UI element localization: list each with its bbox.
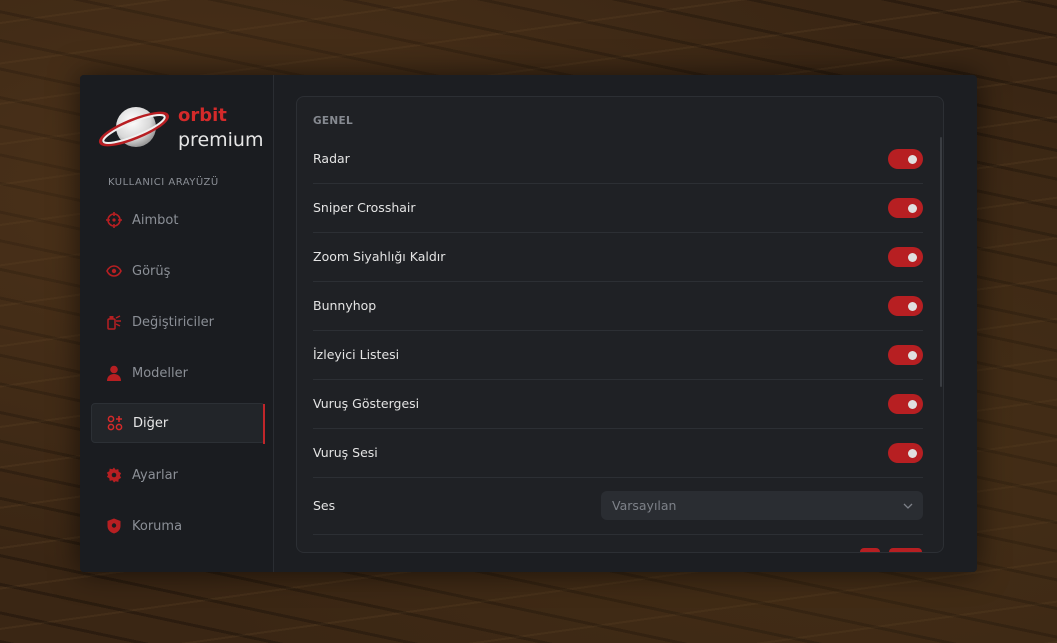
setting-row-sniper-crosshair: Sniper Crosshair [313,183,923,233]
sidebar-item-label: Modeller [132,365,188,381]
setting-label: Radar [313,151,350,166]
brand-logo: orbit premium [98,101,268,161]
toggle-knob [908,203,917,213]
sidebar-item-label: Değiştiriciler [132,314,215,330]
section-label: KULLANICI ARAYÜZÜ [108,177,219,188]
setting-row-zoom: Zoom Siyahlığı Kaldır [313,232,923,282]
sidebar-item-modeller[interactable]: Modeller [91,353,265,393]
brand-name: orbit [178,105,227,126]
toggle-knob [908,252,917,262]
crosshair-icon [105,211,123,229]
planet-logo-icon [98,107,170,147]
setting-row-sound: Ses Varsayılan [313,477,923,535]
sidebar-item-aimbot[interactable]: Aimbot [91,200,265,240]
sidebar-item-degistiriciler[interactable]: Değiştiriciler [91,302,265,342]
sidebar-item-ayarlar[interactable]: Ayarlar [91,455,265,495]
toggle-knob [908,301,917,311]
settings-panel: GENEL Radar Sniper Crosshair Zoom Siyahl… [296,96,944,553]
zoom-toggle[interactable] [888,246,923,267]
grid-icon [106,414,124,432]
sidebar-item-diger[interactable]: Diğer [91,403,265,444]
setting-label: Bunnyhop [313,298,377,313]
setting-label: Vuruş Sesi [313,445,378,460]
sidebar-item-label: Aimbot [132,212,179,228]
setting-row-radar: Radar [313,134,923,184]
sidebar: orbit premium KULLANICI ARAYÜZÜ Aimbot G… [80,75,274,572]
setting-label: İzleyici Listesi [313,347,400,362]
setting-label: Zoom Siyahlığı Kaldır [313,249,446,264]
setting-row-spectator-list: İzleyici Listesi [313,330,923,380]
sniper-crosshair-toggle[interactable] [888,197,923,218]
sidebar-item-label: Diğer [133,415,169,431]
shield-icon [105,517,123,535]
setting-row-hit-indicator: Vuruş Göstergesi [313,379,923,429]
eye-icon [105,262,123,280]
panel-scrollbar[interactable] [940,137,942,387]
toggle-knob [908,399,917,409]
panel-title: GENEL [313,115,353,127]
gear-icon [105,466,123,484]
brand-tagline: premium [178,129,264,151]
sidebar-item-koruma[interactable]: Koruma [91,506,265,546]
user-icon [105,364,123,382]
hit-sound-toggle[interactable] [888,442,923,463]
sound-select-value: Varsayılan [612,498,677,513]
setting-label: Vuruş Göstergesi [313,396,420,411]
spectator-list-toggle[interactable] [888,344,923,365]
chevron-down-icon [903,503,913,509]
radar-toggle[interactable] [888,148,923,169]
partial-toggle-right[interactable] [889,548,922,552]
setting-row-bunnyhop: Bunnyhop [313,281,923,331]
setting-label: Sniper Crosshair [313,200,416,215]
sidebar-item-label: Koruma [132,518,183,534]
bunnyhop-toggle[interactable] [888,295,923,316]
setting-row-hit-sound: Vuruş Sesi [313,428,923,478]
spray-icon [105,313,123,331]
main-window: orbit premium KULLANICI ARAYÜZÜ Aimbot G… [80,75,977,572]
sound-select[interactable]: Varsayılan [601,491,923,520]
toggle-knob [908,448,917,458]
toggle-knob [908,350,917,360]
toggle-knob [908,154,917,164]
hit-indicator-toggle[interactable] [888,393,923,414]
sidebar-item-label: Ayarlar [132,467,178,483]
partial-toggle-left[interactable] [860,548,880,552]
sidebar-item-label: Görüş [132,263,171,279]
setting-label: Ses [313,498,336,513]
sidebar-item-gorus[interactable]: Görüş [91,251,265,291]
